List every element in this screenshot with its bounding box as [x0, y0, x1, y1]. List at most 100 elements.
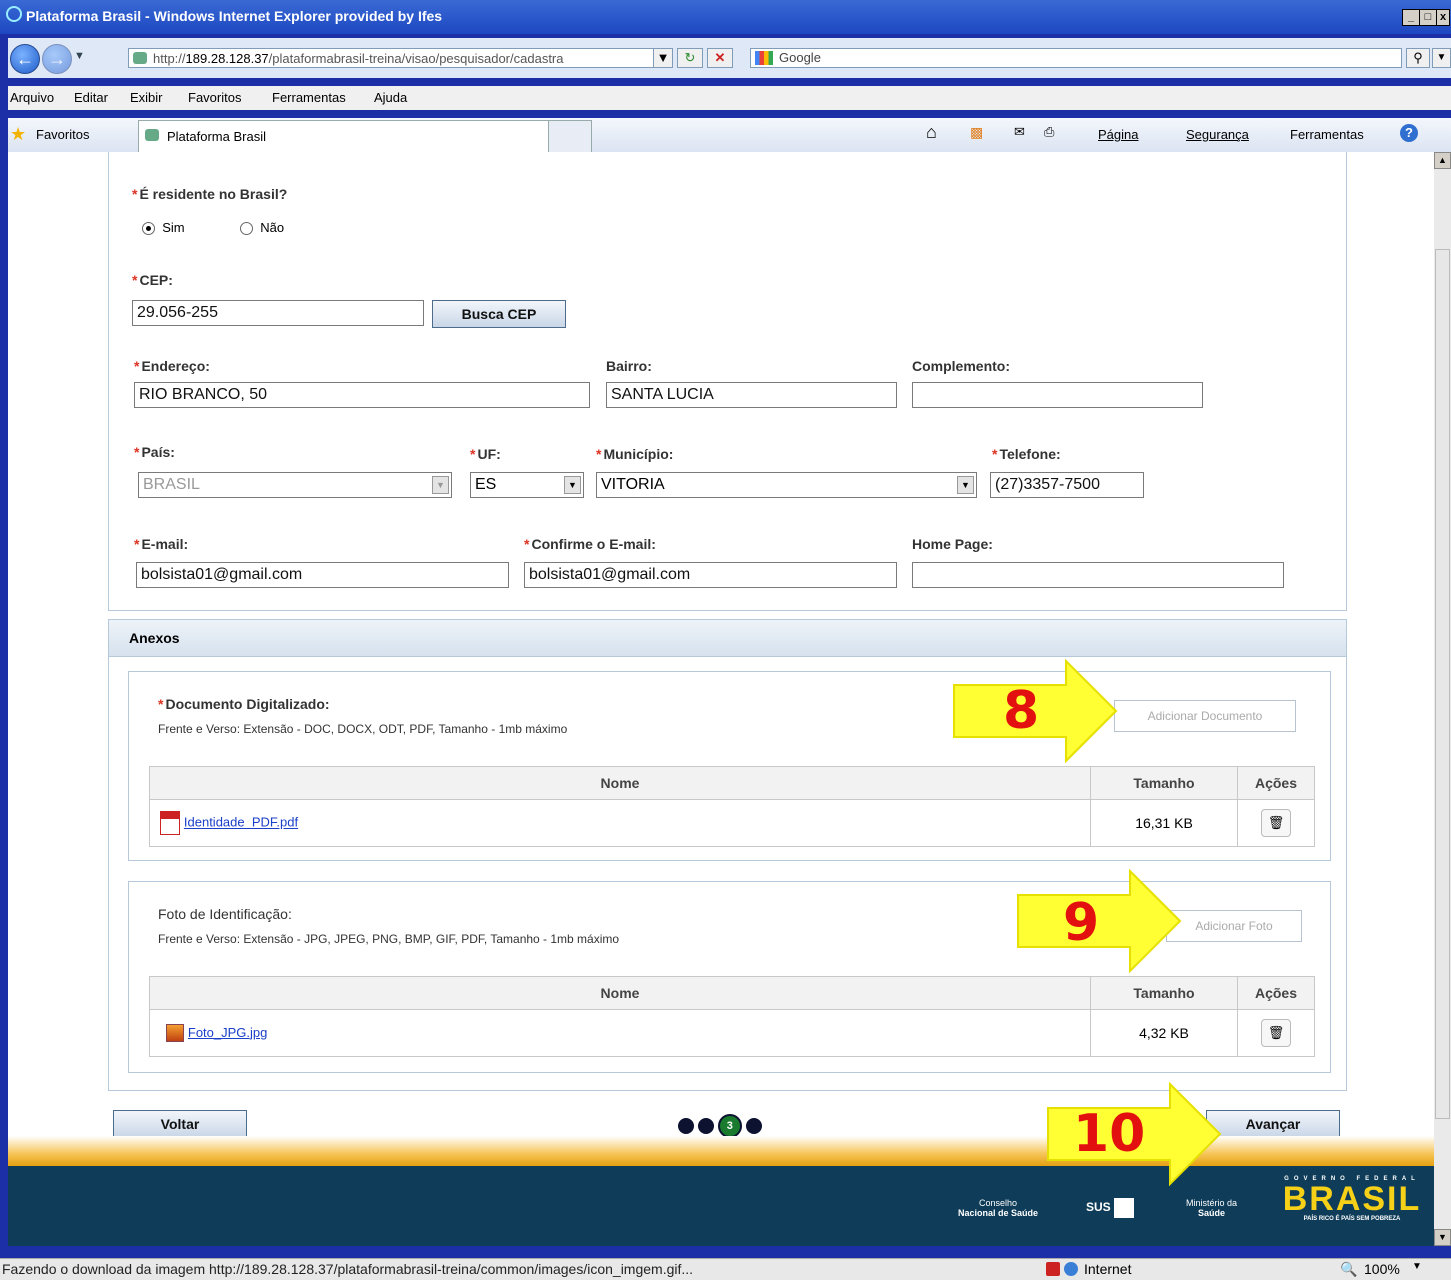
favorites-button[interactable]: Favoritos	[36, 127, 89, 142]
radio-sim[interactable]: Sim	[142, 220, 185, 236]
bairro-field[interactable]: SANTA LUCIA	[606, 382, 897, 408]
command-ferramentas[interactable]: Ferramentas	[1290, 127, 1364, 142]
foto-table: Nome Tamanho Ações Foto_JPG.jpg 4,32 KB …	[149, 976, 1315, 1057]
title-bar: Plataforma Brasil - Windows Internet Exp…	[0, 0, 1451, 34]
scroll-thumb[interactable]	[1435, 249, 1450, 1119]
menu-ferramentas[interactable]: Ferramentas	[272, 90, 346, 105]
tab-title: Plataforma Brasil	[167, 129, 266, 144]
foto-file-size: 4,32 KB	[1090, 1009, 1238, 1057]
telefone-field[interactable]: (27)3357-7500	[990, 472, 1144, 498]
conselho-logo: Conselho Nacional de Saúde	[958, 1198, 1039, 1218]
adicionar-documento-button[interactable]: Adicionar Documento	[1114, 700, 1296, 732]
search-input[interactable]: Google	[750, 48, 1402, 68]
email-field[interactable]: bolsista01@gmail.com	[136, 562, 509, 588]
cep-field[interactable]: 29.056-255	[132, 300, 424, 326]
tab-site-icon	[145, 129, 159, 141]
uf-select[interactable]: ES ▼	[470, 472, 584, 498]
step-dot	[745, 1118, 762, 1134]
municipio-label: * Município:	[596, 446, 674, 462]
search-icon[interactable]: ⚲	[1406, 48, 1430, 68]
status-text: Fazendo o download da imagem http://189.…	[2, 1261, 694, 1277]
col-acoes: Ações	[1237, 766, 1315, 800]
menu-exibir[interactable]: Exibir	[130, 90, 163, 105]
url-dropdown-icon[interactable]: ▼	[653, 48, 673, 68]
busca-cep-button[interactable]: Busca CEP	[432, 300, 566, 328]
address-toolbar: ← → ▼ http://189.28.128.37/plataformabra…	[8, 38, 1451, 78]
complemento-label: Complemento:	[912, 358, 1010, 374]
foto-title: Foto de Identificação:	[158, 906, 292, 922]
stop-icon[interactable]: ✕	[707, 48, 733, 68]
foto-file-link[interactable]: Foto_JPG.jpg	[188, 1025, 268, 1040]
documento-file-link[interactable]: Identidade_PDF.pdf	[184, 815, 298, 830]
callout-number-10: 10	[1073, 1104, 1146, 1164]
zoom-dropdown-icon[interactable]: ▼	[1412, 1261, 1422, 1272]
telefone-label: * Telefone:	[992, 446, 1061, 462]
scroll-up-icon[interactable]: ▲	[1434, 152, 1451, 169]
page-viewport: * É residente no Brasil? Sim Não * CEP: 29…	[8, 152, 1434, 1246]
window-title: Plataforma Brasil - Windows Internet Exp…	[26, 8, 443, 24]
menu-bar: Arquivo Editar Exibir Favoritos Ferramen…	[8, 86, 1451, 110]
menu-ajuda[interactable]: Ajuda	[374, 90, 407, 105]
menu-favoritos[interactable]: Favoritos	[188, 90, 241, 105]
maximize-button[interactable]: □	[1419, 9, 1437, 26]
col-tamanho: Tamanho	[1090, 766, 1238, 800]
delete-icon[interactable]: 🗑	[1261, 809, 1291, 837]
mail-icon[interactable]: ✉	[1014, 124, 1025, 140]
col-tamanho: Tamanho	[1090, 976, 1238, 1010]
google-logo-icon	[755, 51, 773, 65]
site-icon	[133, 52, 147, 64]
residente-label: * É residente no Brasil?	[132, 186, 288, 202]
favorites-star-icon[interactable]: ★	[10, 124, 26, 145]
voltar-button[interactable]: Voltar	[113, 1110, 247, 1138]
back-icon[interactable]: ←	[10, 44, 40, 74]
feeds-icon[interactable]: ▩	[970, 124, 983, 141]
adicionar-foto-button[interactable]: Adicionar Foto	[1166, 910, 1302, 942]
command-seguranca[interactable]: Segurança	[1186, 127, 1249, 142]
zoom-icon[interactable]: 🔍	[1340, 1261, 1357, 1278]
forward-icon[interactable]: →	[42, 44, 72, 74]
vertical-scrollbar[interactable]: ▲ ▼	[1434, 152, 1451, 1246]
scroll-down-icon[interactable]: ▼	[1434, 1229, 1451, 1246]
pais-select[interactable]: BRASIL ▼	[138, 472, 452, 498]
close-button[interactable]: x	[1436, 9, 1450, 26]
endereco-field[interactable]: RIO BRANCO, 50	[134, 382, 590, 408]
help-icon[interactable]: ?	[1400, 124, 1418, 142]
avancar-button[interactable]: Avançar	[1206, 1110, 1340, 1138]
chevron-down-icon: ▼	[957, 476, 974, 494]
status-bar: Fazendo o download da imagem http://189.…	[0, 1258, 1451, 1280]
minimize-button[interactable]: _	[1402, 9, 1420, 26]
col-acoes: Ações	[1237, 976, 1315, 1010]
chevron-down-icon: ▼	[432, 476, 449, 494]
radio-nao[interactable]: Não	[240, 220, 284, 236]
zoom-level[interactable]: 100%	[1364, 1261, 1400, 1277]
confirm-email-field[interactable]: bolsista01@gmail.com	[524, 562, 897, 588]
complemento-field[interactable]	[912, 382, 1203, 408]
globe-icon	[1064, 1262, 1078, 1276]
command-pagina[interactable]: Página	[1098, 127, 1138, 142]
bairro-label: Bairro:	[606, 358, 652, 374]
homepage-field[interactable]	[912, 562, 1284, 588]
favorites-bar: ★ Favoritos Plataforma Brasil ⌂ ▩ ✉ ⎙ Pá…	[8, 118, 1451, 153]
documento-file-size: 16,31 KB	[1090, 799, 1238, 847]
search-options-icon[interactable]: ▼	[1432, 48, 1451, 68]
sus-logo: SUS	[1086, 1198, 1135, 1218]
refresh-icon[interactable]: ↻	[677, 48, 703, 68]
home-icon[interactable]: ⌂	[926, 122, 937, 143]
uf-label: * UF:	[470, 446, 501, 462]
cep-label: * CEP:	[132, 272, 173, 288]
delete-icon[interactable]: 🗑	[1261, 1019, 1291, 1047]
confirm-email-label: * Confirme o E-mail:	[524, 536, 656, 552]
menu-editar[interactable]: Editar	[74, 90, 108, 105]
history-dropdown-icon[interactable]: ▼	[74, 50, 85, 62]
endereco-label: * Endereço:	[134, 358, 210, 374]
callout-number-9: 9	[1063, 893, 1100, 953]
new-tab-button[interactable]	[548, 120, 592, 153]
ie-logo-icon	[6, 6, 22, 22]
chevron-down-icon: ▼	[564, 476, 581, 494]
menu-arquivo[interactable]: Arquivo	[10, 90, 54, 105]
homepage-label: Home Page:	[912, 536, 993, 552]
url-input[interactable]: http://189.28.128.37/plataformabrasil-tr…	[128, 48, 673, 68]
municipio-select[interactable]: VITORIA ▼	[596, 472, 977, 498]
browser-tab[interactable]: Plataforma Brasil	[138, 120, 550, 153]
print-icon[interactable]: ⎙	[1044, 124, 1054, 140]
